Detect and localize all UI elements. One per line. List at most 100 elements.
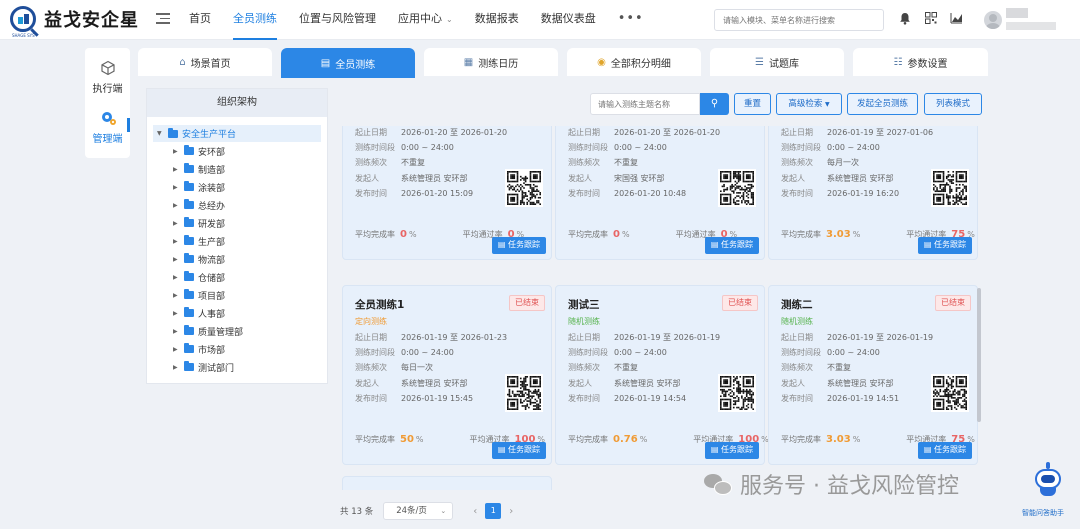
side-item-label: 管理端	[92, 134, 123, 145]
tree-node[interactable]: ▶ 市场部	[147, 340, 327, 358]
global-search-input[interactable]	[714, 9, 884, 31]
card-details: 起止日期 2026-01-20 至 2026-01-20 测练时间段 0:00 ~ …	[568, 128, 721, 198]
task-tracking-button[interactable]: ▤ 任务跟踪	[917, 442, 972, 459]
bell-icon[interactable]	[898, 12, 912, 26]
menu-collapse-icon[interactable]	[156, 13, 170, 25]
launch-practice-button[interactable]: 发起全员测练	[847, 93, 918, 115]
avatar[interactable]	[984, 11, 1002, 29]
task-tracking-button[interactable]: ▤ 任务跟踪	[704, 237, 759, 254]
document-icon: ▤	[320, 57, 331, 69]
nav-dashboard[interactable]: 数据仪表盘	[530, 0, 607, 40]
caret-right-icon[interactable]: ▶	[173, 256, 179, 263]
brand-sub: SHAGE SYS	[12, 33, 35, 38]
practice-card[interactable]: 起止日期 2026-01-20 至 2026-01-20 测练时间段 0:00 ~ …	[555, 126, 765, 260]
card-grid-scrollbar[interactable]	[977, 126, 982, 426]
tree-node[interactable]: ▶ 生产部	[147, 232, 327, 250]
qrcode-icon[interactable]	[924, 12, 938, 26]
tree-node[interactable]: ▶ 仓储部	[147, 268, 327, 286]
tab-settings[interactable]: ☷ 参数设置	[853, 48, 988, 76]
search-button[interactable]: ⚲	[700, 93, 729, 115]
caret-right-icon[interactable]: ▶	[173, 328, 179, 335]
tree-node[interactable]: ▶ 物流部	[147, 250, 327, 268]
nav-location-risk[interactable]: 位置与风险管理	[288, 0, 387, 40]
tree-node[interactable]: ▶ 测试部门	[147, 358, 327, 376]
caret-right-icon[interactable]: ▶	[173, 166, 179, 173]
tab-points-detail[interactable]: ◉ 全部积分明细	[567, 48, 701, 76]
nav-app-center[interactable]: 应用中心 ⌄	[387, 0, 464, 40]
task-tracking-button[interactable]: ▤ 任务跟踪	[491, 442, 546, 459]
caret-right-icon[interactable]: ▶	[173, 346, 179, 353]
tree-node[interactable]: ▶ 研发部	[147, 214, 327, 232]
practice-card[interactable]: 起止日期 2026-01-19 至 2027-01-06 测练时间段 0:00 ~ …	[768, 126, 978, 260]
practice-card[interactable]: 测练二 已结束 随机测练 起止日期 2026-01-19 至 2026-01-19…	[768, 285, 978, 465]
side-item-manager[interactable]: 管理端	[85, 110, 130, 145]
nav-more[interactable]: •••	[607, 0, 655, 40]
folder-icon	[184, 181, 194, 191]
caret-right-icon[interactable]: ▶	[173, 148, 179, 155]
caret-right-icon[interactable]: ▶	[173, 202, 179, 209]
caret-right-icon[interactable]: ▶	[173, 292, 179, 299]
tree-root[interactable]: ▼ 安全生产平台	[153, 125, 321, 142]
tree-node[interactable]: ▶ 安环部	[147, 142, 327, 160]
folder-icon	[184, 325, 194, 335]
active-indicator	[127, 118, 130, 132]
task-tracking-button[interactable]: ▤ 任务跟踪	[917, 237, 972, 254]
practice-card[interactable]: 测试三 已结束 随机测练 起止日期 2026-01-19 至 2026-01-19…	[555, 285, 769, 465]
list-icon: ☰	[755, 56, 764, 68]
qrcode-image[interactable]	[931, 169, 969, 207]
nav-all-staff-practice[interactable]: 全员测练	[222, 0, 288, 40]
card-details: 起止日期 2026-01-19 至 2026-01-23 测练时间段 0:00 ~ …	[355, 333, 508, 403]
folder-icon	[184, 361, 194, 371]
caret-right-icon[interactable]: ▶	[173, 364, 179, 371]
caret-right-icon[interactable]: ▶	[173, 184, 179, 191]
status-badge: 已结束	[722, 295, 758, 311]
tab-scene-home[interactable]: ⌂ 场景首页	[138, 48, 272, 76]
nav-data-report[interactable]: 数据报表	[464, 0, 530, 40]
tree-node[interactable]: ▶ 质量管理部	[147, 322, 327, 340]
caret-right-icon[interactable]: ▶	[173, 238, 179, 245]
qrcode-image[interactable]	[718, 374, 756, 412]
calendar-icon: ▦	[463, 56, 474, 68]
pagination: 共 13 条 24条/页 ⌄ ‹ 1 ›	[340, 502, 521, 520]
folder-icon	[184, 199, 194, 209]
brand-logo[interactable]: 益戈安企星 SHAGE SYS	[10, 6, 139, 38]
qrcode-image[interactable]	[931, 374, 969, 412]
tab-question-bank[interactable]: ☰ 试题库	[710, 48, 844, 76]
assistant-robot-icon[interactable]	[1032, 462, 1064, 498]
card-title: 测试三	[568, 299, 600, 311]
qrcode-image[interactable]	[505, 374, 543, 412]
next-page-icon[interactable]: ›	[501, 506, 521, 517]
practice-card[interactable]: 全员测练1 已结束 定向测练 起止日期 2026-01-19 至 2026-01-…	[342, 285, 552, 465]
tree-node[interactable]: ▶ 总经办	[147, 196, 327, 214]
caret-right-icon[interactable]: ▶	[173, 310, 179, 317]
nav-home[interactable]: 首页	[178, 0, 222, 40]
task-tracking-button[interactable]: ▤ 任务跟踪	[491, 237, 546, 254]
practice-search-input[interactable]	[590, 93, 700, 115]
advanced-search-button[interactable]: 高级检索 ▼	[776, 93, 842, 115]
reset-button[interactable]: 重置	[734, 93, 771, 115]
scrollbar-thumb[interactable]	[977, 288, 981, 422]
prev-page-icon[interactable]: ‹	[465, 506, 485, 517]
task-tracking-button[interactable]: ▤ 任务跟踪	[704, 442, 759, 459]
assistant-label[interactable]: 智能问答助手	[1022, 508, 1064, 518]
tab-all-staff-practice[interactable]: ▤ 全员测练	[281, 48, 415, 78]
points-icon: ◉	[597, 56, 606, 68]
page-number-current[interactable]: 1	[485, 503, 502, 519]
tab-practice-calendar[interactable]: ▦ 测练日历	[424, 48, 558, 76]
chart-icon[interactable]	[949, 12, 963, 26]
tree-node[interactable]: ▶ 人事部	[147, 304, 327, 322]
tree-node[interactable]: ▶ 涂装部	[147, 178, 327, 196]
caret-right-icon[interactable]: ▶	[173, 274, 179, 281]
tree-node[interactable]: ▶ 项目部	[147, 286, 327, 304]
tree-node[interactable]: ▶ 制造部	[147, 160, 327, 178]
practice-card[interactable]: 起止日期 2026-01-20 至 2026-01-20 测练时间段 0:00 ~ …	[342, 126, 552, 260]
side-item-executor[interactable]: 执行端	[85, 60, 130, 95]
list-mode-button[interactable]: 列表模式	[924, 93, 982, 115]
caret-down-icon[interactable]: ▼	[157, 130, 163, 137]
qrcode-image[interactable]	[718, 169, 756, 207]
page-size-select[interactable]: 24条/页 ⌄	[383, 502, 454, 520]
caret-right-icon[interactable]: ▶	[173, 220, 179, 227]
qrcode-image[interactable]	[505, 169, 543, 207]
practice-card[interactable]	[342, 476, 552, 490]
org-tree-panel: 组织架构 ▼ 安全生产平台 ▶ 安环部 ▶ 制造部 ▶ 涂装部 ▶ 总经办 ▶ 研发部 ▶ 生…	[146, 88, 328, 384]
